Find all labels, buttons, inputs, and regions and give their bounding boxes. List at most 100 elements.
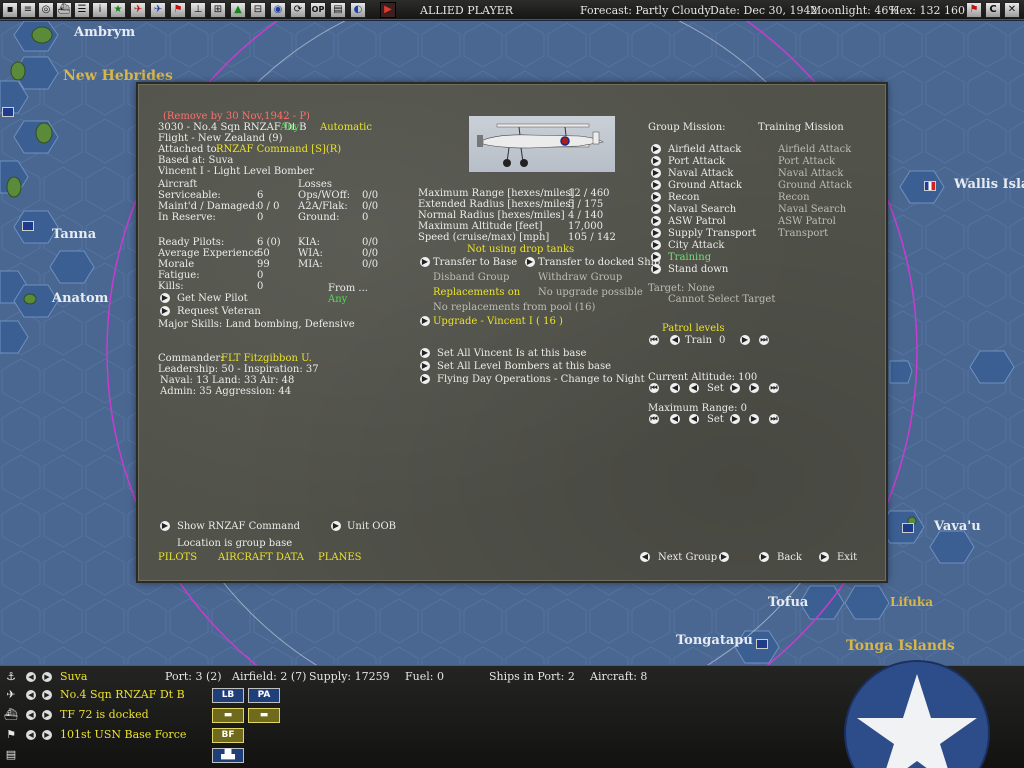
- mission-alt-option[interactable]: Port Attack: [778, 156, 835, 168]
- show-command-arrow-icon[interactable]: [160, 521, 170, 531]
- transfer-ship-arrow-icon[interactable]: [525, 257, 535, 267]
- get-new-pilot-button[interactable]: Get New Pilot: [177, 293, 248, 305]
- chart-icon[interactable]: ⊥: [190, 2, 206, 18]
- base-name-link[interactable]: Suva: [60, 670, 87, 683]
- flag-icon[interactable]: ⚑: [170, 2, 186, 18]
- next-base-button[interactable]: ▶: [42, 672, 52, 682]
- mission-alt-option[interactable]: Ground Attack: [778, 180, 852, 192]
- globe-icon[interactable]: ◉: [270, 2, 286, 18]
- mission-option[interactable]: Naval Attack: [668, 168, 733, 180]
- range-prev2-icon[interactable]: [670, 414, 680, 424]
- mission-arrow-icon[interactable]: [651, 144, 661, 154]
- plane-icon[interactable]: ✈: [4, 688, 18, 702]
- prev-land-unit-button[interactable]: ◀: [26, 730, 36, 740]
- patrol-prev-icon[interactable]: [670, 335, 680, 345]
- altitude-first-icon[interactable]: [649, 383, 659, 393]
- mission-alt-option[interactable]: ASW Patrol: [778, 216, 836, 228]
- mission-alt-option[interactable]: Transport: [778, 228, 828, 240]
- unit-oob-button[interactable]: Unit OOB: [347, 521, 396, 533]
- map-icon[interactable]: ⊞: [210, 2, 226, 18]
- show-command-button[interactable]: Show RNZAF Command: [177, 521, 300, 533]
- air-unit-link[interactable]: No.4 Sqn RNZAF Dt B: [60, 688, 185, 701]
- op-icon[interactable]: OP: [310, 2, 326, 18]
- back-button[interactable]: Back: [777, 552, 802, 564]
- group-icon[interactable]: ⊟: [250, 2, 266, 18]
- upgrade-button[interactable]: Upgrade - Vincent I ( 16 ): [433, 316, 563, 328]
- mission-arrow-icon[interactable]: [651, 216, 661, 226]
- land-unit-link[interactable]: 101st USN Base Force: [60, 728, 186, 741]
- mission-option[interactable]: Recon: [668, 192, 700, 204]
- altitude-last-icon[interactable]: [769, 383, 779, 393]
- set-all-level-button[interactable]: Set All Level Bombers at this base: [437, 361, 611, 373]
- star-icon[interactable]: ★: [110, 2, 126, 18]
- mission-arrow-icon[interactable]: [651, 264, 661, 274]
- next-group-button[interactable]: Next Group: [658, 552, 717, 564]
- cycle-icon[interactable]: ⟳: [290, 2, 306, 18]
- mission-option[interactable]: Naval Search: [668, 204, 736, 216]
- mission-option[interactable]: Ground Attack: [668, 180, 742, 192]
- patrol-next-icon[interactable]: [740, 335, 750, 345]
- withdraw-group-button[interactable]: Withdraw Group: [538, 272, 622, 284]
- altitude-prev-icon[interactable]: [689, 383, 699, 393]
- list-icon[interactable]: ☰: [74, 2, 90, 18]
- mission-arrow-icon[interactable]: [651, 156, 661, 166]
- next-air-unit-button[interactable]: ▶: [42, 690, 52, 700]
- unit-automatic[interactable]: Automatic: [320, 122, 372, 134]
- request-veteran-arrow-icon[interactable]: [160, 306, 170, 316]
- drop-tanks-toggle[interactable]: Not using drop tanks: [467, 244, 574, 256]
- unit-oob-arrow-icon[interactable]: [331, 521, 341, 531]
- list-icon[interactable]: ▤: [330, 2, 346, 18]
- lb-unit-badge[interactable]: LB: [212, 688, 244, 703]
- flying-day-button[interactable]: Flying Day Operations - Change to Night: [437, 374, 645, 386]
- prev-tf-button[interactable]: ◀: [26, 710, 36, 720]
- base-unit-badge[interactable]: ▟▙: [212, 748, 244, 763]
- plane-icon[interactable]: ✈: [150, 2, 166, 18]
- next-land-unit-button[interactable]: ▶: [42, 730, 52, 740]
- exit-button[interactable]: Exit: [837, 552, 857, 564]
- mission-alt-option[interactable]: Airfield Attack: [778, 144, 851, 156]
- ship-icon[interactable]: ⛴: [56, 2, 72, 18]
- prev-air-unit-button[interactable]: ◀: [26, 690, 36, 700]
- mission-option[interactable]: Supply Transport: [668, 228, 756, 240]
- range-set-button[interactable]: Set: [707, 414, 724, 426]
- mission-arrow-icon[interactable]: [651, 228, 661, 238]
- altitude-set-button[interactable]: Set: [707, 383, 724, 395]
- play-icon[interactable]: ▶: [380, 2, 396, 18]
- prev-base-button[interactable]: ◀: [26, 672, 36, 682]
- mission-option[interactable]: City Attack: [668, 240, 724, 252]
- exit-arrow-icon[interactable]: [819, 552, 829, 562]
- mission-option-selected[interactable]: Training: [668, 252, 711, 264]
- pa-unit-badge[interactable]: PA: [248, 688, 280, 703]
- range-first-icon[interactable]: [649, 414, 659, 424]
- transfer-base-arrow-icon[interactable]: [420, 257, 430, 267]
- target-icon[interactable]: ◎: [38, 2, 54, 18]
- tab-pilots[interactable]: PILOTS: [158, 552, 197, 564]
- anchor-icon[interactable]: ⚓: [4, 670, 18, 684]
- get-pilot-arrow-icon[interactable]: [160, 293, 170, 303]
- patrol-last-icon[interactable]: [759, 335, 769, 345]
- mission-arrow-icon[interactable]: [651, 192, 661, 202]
- mission-arrow-icon[interactable]: [651, 204, 661, 214]
- mission-arrow-icon[interactable]: [651, 240, 661, 250]
- mission-option[interactable]: Stand down: [668, 264, 728, 276]
- next-tf-button[interactable]: ▶: [42, 710, 52, 720]
- flag-icon[interactable]: ⚑: [966, 2, 982, 18]
- flying-day-arrow-icon[interactable]: [420, 374, 430, 384]
- moon-icon[interactable]: ◐: [350, 2, 366, 18]
- mission-option[interactable]: Airfield Attack: [668, 144, 741, 156]
- close-icon[interactable]: ✕: [1004, 2, 1020, 18]
- range-prev-icon[interactable]: [689, 414, 699, 424]
- terrain-icon[interactable]: ▲: [230, 2, 246, 18]
- tab-aircraft-data[interactable]: AIRCRAFT DATA: [218, 552, 304, 564]
- mission-arrow-icon[interactable]: [651, 252, 661, 262]
- disband-group-button[interactable]: Disband Group: [433, 272, 509, 284]
- altitude-prev2-icon[interactable]: [670, 383, 680, 393]
- mission-arrow-icon[interactable]: [651, 168, 661, 178]
- mission-alt-option[interactable]: Naval Attack: [778, 168, 843, 180]
- range-next2-icon[interactable]: [749, 414, 759, 424]
- set-all-vincent-button[interactable]: Set All Vincent Is at this base: [437, 348, 586, 360]
- mission-option[interactable]: ASW Patrol: [668, 216, 726, 228]
- mission-option[interactable]: Port Attack: [668, 156, 725, 168]
- back-arrow-icon[interactable]: [759, 552, 769, 562]
- request-veteran-button[interactable]: Request Veteran: [177, 306, 261, 318]
